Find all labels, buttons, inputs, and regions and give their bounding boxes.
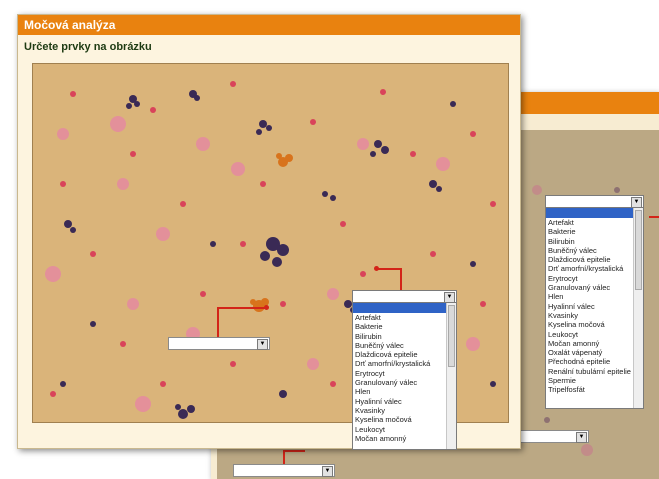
dropdown-option[interactable]: Renální tubulární epitelie: [546, 367, 643, 376]
dropdown-option[interactable]: Hyalinní válec: [546, 302, 643, 311]
dropdown-option[interactable]: Tripelfosfát: [546, 385, 643, 394]
window-title: Močová analýza: [18, 15, 520, 35]
chevron-down-icon: ▼: [576, 432, 587, 443]
dropdown-scrollbar[interactable]: [633, 208, 643, 408]
chevron-down-icon: ▼: [257, 339, 268, 350]
dropdown-option[interactable]: Kvasinky: [353, 406, 456, 415]
dropdown-option[interactable]: Hlen: [546, 292, 643, 301]
dropdown-selected-highlight: [546, 208, 643, 218]
dropdown-option[interactable]: Dlaždicová epitelie: [546, 255, 643, 264]
dropdown-option[interactable]: Buněčný válec: [546, 246, 643, 255]
task-instruction: Určete prvky na obrázku: [24, 41, 152, 53]
dropdown-option[interactable]: Drť amorfní/krystalická: [353, 359, 456, 368]
dropdown-option[interactable]: Přechodná epitelie: [546, 357, 643, 366]
dropdown-option[interactable]: Bakterie: [353, 322, 456, 331]
dropdown-option[interactable]: Artefakt: [546, 218, 643, 227]
dropdown-option[interactable]: Erytrocyt: [353, 369, 456, 378]
dropdown-option[interactable]: Drť amorfní/krystalická: [546, 264, 643, 273]
dropdown-option[interactable]: Leukocyt: [546, 330, 643, 339]
dropdown-option[interactable]: Artefakt: [353, 313, 456, 322]
dropdown-scrollbar[interactable]: [446, 303, 456, 449]
dropdown-option[interactable]: Dlaždicová epitelie: [353, 350, 456, 359]
dropdown-selected-highlight: [353, 303, 456, 313]
dropdown-option[interactable]: Hyalinní válec: [353, 397, 456, 406]
dropdown-option[interactable]: Leukocyt: [353, 425, 456, 434]
dropdown-option[interactable]: Močan amonný: [353, 434, 456, 443]
dropdown-option[interactable]: Oxalát vápenatý: [546, 348, 643, 357]
dropdown-options: Artefakt Bakterie Bilirubin Buněčný válec Dl…: [546, 218, 643, 395]
dropdown-option[interactable]: Granulovaný válec: [353, 378, 456, 387]
element-select[interactable]: ▼: [168, 337, 270, 350]
dropdown-option[interactable]: Kyselina močová: [353, 415, 456, 424]
dropdown-option[interactable]: Buněčný válec: [353, 341, 456, 350]
dropdown-option[interactable]: Hlen: [353, 387, 456, 396]
background-element-dropdown[interactable]: ▼ Artefakt Bakterie Bilirubin Buněčný válec…: [545, 195, 644, 409]
chevron-down-icon[interactable]: ▼: [444, 292, 455, 303]
chevron-down-icon: ▼: [322, 466, 333, 477]
background-lower-left-select[interactable]: ▼: [233, 464, 335, 477]
dropdown-option[interactable]: Kvasinky: [546, 311, 643, 320]
dropdown-option[interactable]: Bakterie: [546, 227, 643, 236]
dropdown-option[interactable]: Erytrocyt: [546, 274, 643, 283]
dropdown-options: Artefakt Bakterie Bilirubin Buněčný válec Dl…: [353, 313, 456, 443]
chevron-down-icon[interactable]: ▼: [631, 197, 642, 208]
dropdown-option[interactable]: Močan amonný: [546, 339, 643, 348]
dropdown-option[interactable]: Bilirubin: [353, 332, 456, 341]
dropdown-option[interactable]: Kyselina močová: [546, 320, 643, 329]
dropdown-option[interactable]: Bilirubin: [546, 237, 643, 246]
element-dropdown[interactable]: ▼ Artefakt Bakterie Bilirubin Buněčný válec…: [352, 290, 457, 450]
dropdown-option[interactable]: Spermie: [546, 376, 643, 385]
dropdown-option[interactable]: Granulovaný válec: [546, 283, 643, 292]
